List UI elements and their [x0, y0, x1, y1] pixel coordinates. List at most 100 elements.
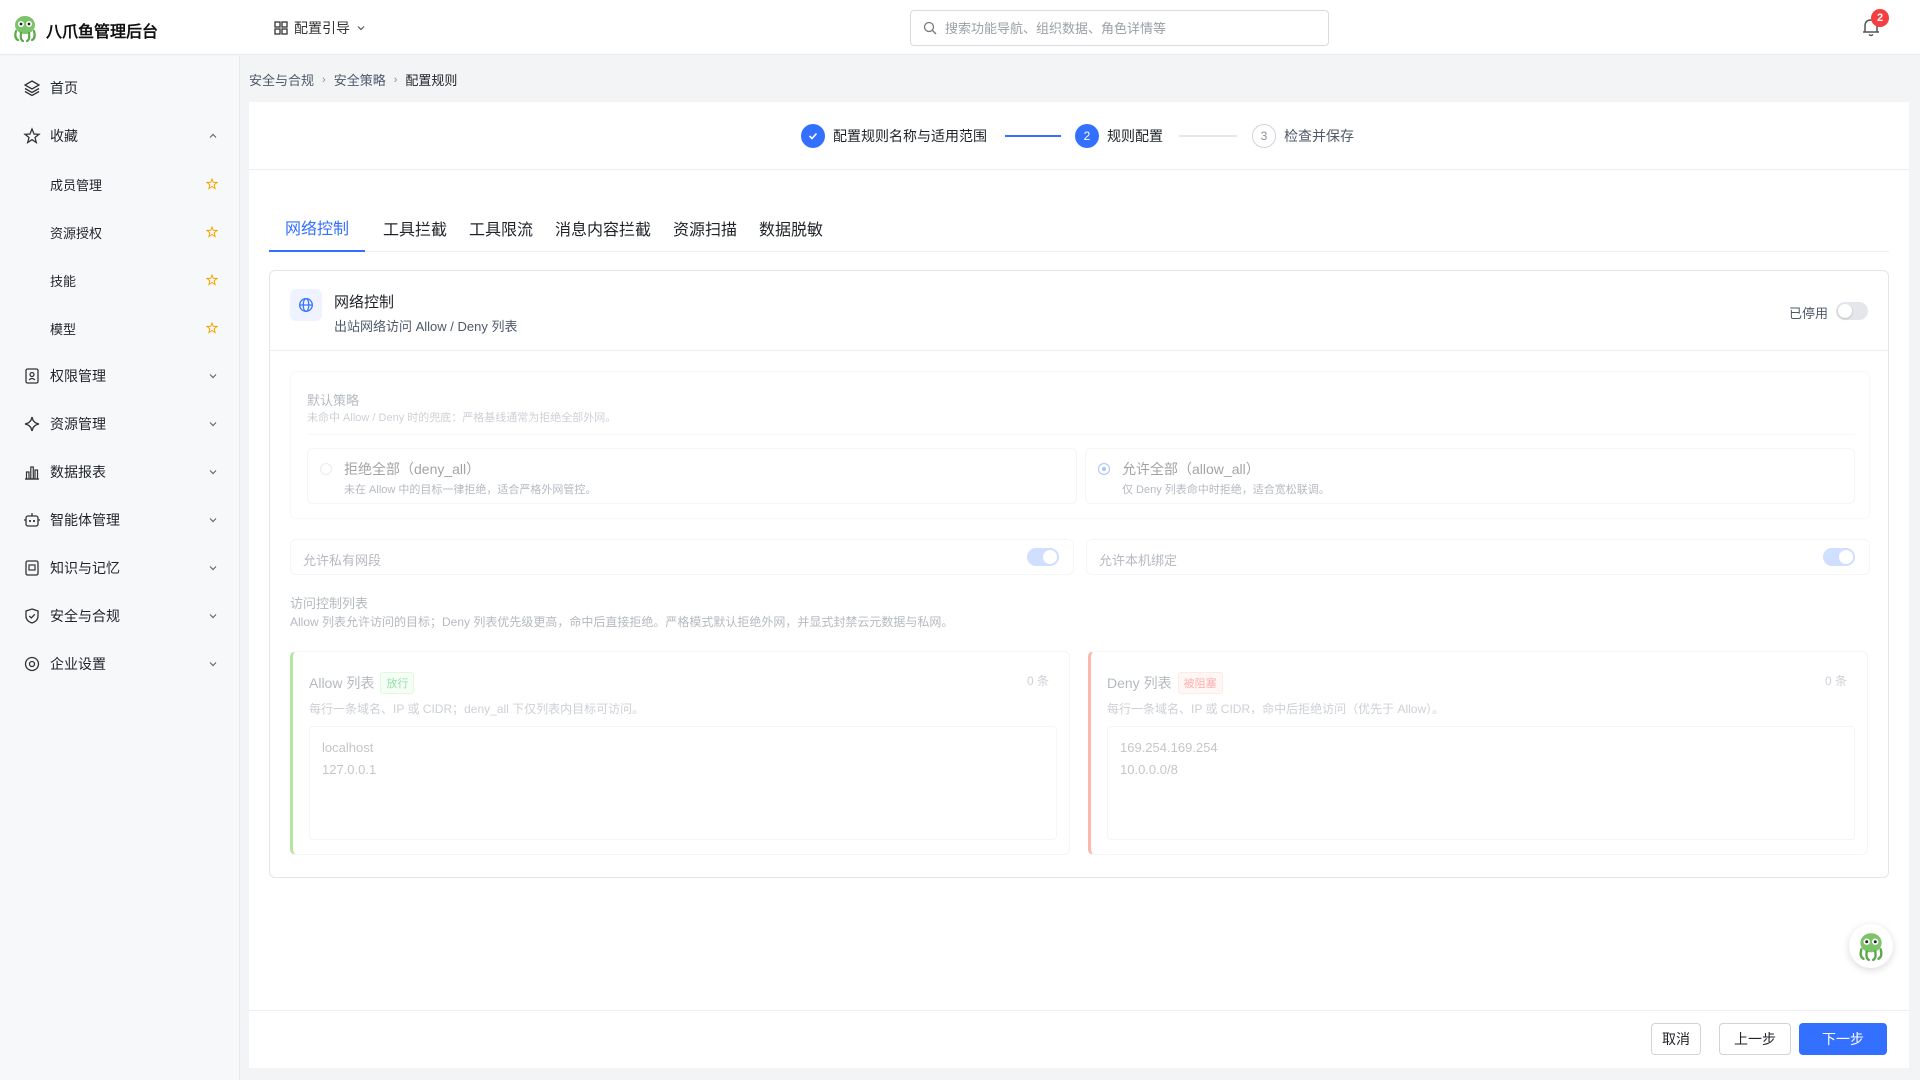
sidebar-item-permissions[interactable]: 权限管理 — [0, 356, 240, 396]
step-connector — [1005, 135, 1061, 137]
tab-tool-rate-limit[interactable]: 工具限流 — [465, 204, 537, 252]
chevron-down-icon — [209, 518, 217, 523]
deny-list-card: Deny 列表 被阻塞 0 条 每行一条域名、IP 或 CIDR，命中后拒绝访问… — [1088, 651, 1868, 855]
default-policy-section: 默认策略 未命中 Allow / Deny 时的兜底：严格基线通常为拒绝全部外网… — [290, 371, 1870, 519]
status-label: 已停用 — [1789, 306, 1829, 321]
policy-option-deny-all[interactable]: 拒绝全部（deny_all） 未在 Allow 中的目标一律拒绝，适合严格外网管… — [307, 448, 1077, 504]
step-label: 检查并保存 — [1284, 128, 1354, 144]
favorite-star-icon[interactable] — [206, 226, 218, 238]
guide-label: 配置引导 — [294, 20, 350, 36]
local-bind-toggle[interactable] — [1823, 548, 1855, 566]
sidebar-item-label: 资源管理 — [50, 416, 106, 432]
radio-allow-all[interactable] — [1098, 463, 1110, 475]
octopus-assistant-icon — [1859, 933, 1883, 962]
private-network-toggle[interactable] — [1027, 548, 1059, 566]
chevron-down-icon — [209, 614, 217, 619]
assistant-float-button[interactable] — [1849, 924, 1893, 968]
step-connector — [1179, 135, 1237, 137]
grid-icon — [274, 21, 288, 35]
allow-list-title: Allow 列表 放行 — [309, 672, 415, 694]
allow-desc: 每行一条域名、IP 或 CIDR；deny_all 下仅列表内目标可访问。 — [309, 702, 645, 716]
sidebar-item-models[interactable]: 模型 — [0, 308, 240, 348]
acl-title: 访问控制列表 — [290, 596, 369, 611]
favorite-star-icon[interactable] — [206, 322, 218, 334]
chevron-down-icon — [209, 566, 217, 571]
app-title: 八爪鱼管理后台 — [46, 24, 159, 41]
toggle-knob — [1839, 550, 1853, 564]
sidebar-item-security[interactable]: 安全与合规 — [0, 596, 240, 636]
sidebar-item-agents[interactable]: 智能体管理 — [0, 500, 240, 540]
toggle-knob — [1838, 304, 1852, 318]
tab-resource-scan[interactable]: 资源扫描 — [669, 204, 741, 252]
row-label: 允许私有网段 — [303, 553, 382, 568]
divider — [307, 434, 1855, 435]
global-search[interactable] — [910, 10, 1329, 46]
step-number: 2 — [1075, 124, 1099, 148]
config-guide-dropdown[interactable]: 配置引导 — [274, 18, 366, 38]
card-subtitle: 出站网络访问 Allow / Deny 列表 — [334, 319, 518, 334]
search-icon — [923, 21, 937, 35]
sidebar-item-resources[interactable]: 资源管理 — [0, 404, 240, 444]
breadcrumb-security[interactable]: 安全与合规 — [249, 70, 314, 89]
sidebar-item-label: 智能体管理 — [50, 512, 120, 528]
tab-network-control[interactable]: 网络控制 — [269, 204, 365, 252]
section-subtitle: 未命中 Allow / Deny 时的兜底：严格基线通常为拒绝全部外网。 — [307, 412, 617, 424]
sidebar-item-resource-auth[interactable]: 资源授权 — [0, 212, 240, 252]
deny-tag: 被阻塞 — [1177, 672, 1223, 694]
sidebar-item-skills[interactable]: 技能 — [0, 260, 240, 300]
star-icon — [23, 127, 41, 144]
breadcrumb: 安全与合规 › 安全策略 › 配置规则 — [249, 70, 457, 89]
step-label: 配置规则名称与适用范围 — [833, 128, 987, 144]
sidebar-item-label: 数据报表 — [50, 464, 106, 480]
card-title: 网络控制 — [334, 294, 395, 311]
sidebar-item-reports[interactable]: 数据报表 — [0, 452, 240, 492]
sidebar-item-home[interactable]: 首页 — [0, 68, 240, 108]
allow-list-card: Allow 列表 放行 0 条 每行一条域名、IP 或 CIDR；deny_al… — [290, 651, 1070, 855]
local-bind-row: 允许本机绑定 — [1086, 539, 1870, 575]
tab-message-intercept[interactable]: 消息内容拦截 — [551, 204, 655, 252]
toggle-knob — [1043, 550, 1057, 564]
sidebar: 首页 收藏 成员管理 资源授权 技能 模型 权限管理 资源管理 数据报表 智能体… — [0, 56, 240, 1080]
tab-tool-intercept[interactable]: 工具拦截 — [379, 204, 451, 252]
notification-badge: 2 — [1871, 9, 1889, 27]
sidebar-item-knowledge[interactable]: 知识与记忆 — [0, 548, 240, 588]
list-title: Deny 列表 — [1107, 675, 1172, 691]
badge-icon — [25, 368, 39, 384]
top-bar: 八爪鱼管理后台 配置引导 2 — [0, 0, 1920, 55]
chevron-down-icon — [209, 470, 217, 475]
footer-actions: 取消 上一步 下一步 — [249, 1010, 1909, 1068]
network-control-card: 网络控制 出站网络访问 Allow / Deny 列表 已停用 默认策略 未命中… — [269, 270, 1889, 878]
policy-option-allow-all[interactable]: 允许全部（allow_all） 仅 Deny 列表命中时拒绝，适合宽松联调。 — [1085, 448, 1855, 504]
sidebar-item-label: 权限管理 — [50, 368, 106, 384]
option-desc: 仅 Deny 列表命中时拒绝，适合宽松联调。 — [1122, 484, 1330, 496]
book-icon — [25, 560, 39, 576]
search-input[interactable] — [945, 20, 1305, 36]
enable-toggle[interactable] — [1836, 302, 1868, 320]
deny-count: 0 条 — [1824, 674, 1847, 688]
allow-list-textarea[interactable] — [309, 726, 1057, 840]
cancel-button[interactable]: 取消 — [1651, 1023, 1701, 1055]
step-3: 3 检查并保存 — [1252, 124, 1354, 148]
deny-list-title: Deny 列表 被阻塞 — [1107, 672, 1223, 694]
favorite-star-icon[interactable] — [206, 274, 218, 286]
sidebar-item-enterprise-settings[interactable]: 企业设置 — [0, 644, 240, 684]
step-1: 配置规则名称与适用范围 — [801, 124, 987, 148]
shield-icon — [25, 608, 39, 624]
sidebar-item-favorites[interactable]: 收藏 — [0, 116, 240, 156]
chevron-down-icon — [357, 26, 365, 31]
tab-data-masking[interactable]: 数据脱敏 — [755, 204, 827, 252]
main-content: 配置规则名称与适用范围 2 规则配置 3 检查并保存 网络控制 工具拦截 工具限… — [249, 102, 1909, 1068]
sidebar-item-members[interactable]: 成员管理 — [0, 164, 240, 204]
sidebar-item-label: 技能 — [50, 273, 77, 289]
allow-tag: 放行 — [380, 672, 415, 694]
prev-step-button[interactable]: 上一步 — [1719, 1023, 1791, 1055]
breadcrumb-separator: › — [393, 73, 398, 86]
favorite-star-icon[interactable] — [206, 178, 218, 190]
next-step-button[interactable]: 下一步 — [1799, 1023, 1887, 1055]
radio-deny-all[interactable] — [320, 463, 332, 475]
sparkle-icon — [24, 416, 40, 432]
step-label: 规则配置 — [1107, 128, 1163, 144]
breadcrumb-policy[interactable]: 安全策略 — [334, 70, 386, 89]
breadcrumb-separator: › — [322, 73, 326, 86]
deny-list-textarea[interactable] — [1107, 726, 1855, 840]
